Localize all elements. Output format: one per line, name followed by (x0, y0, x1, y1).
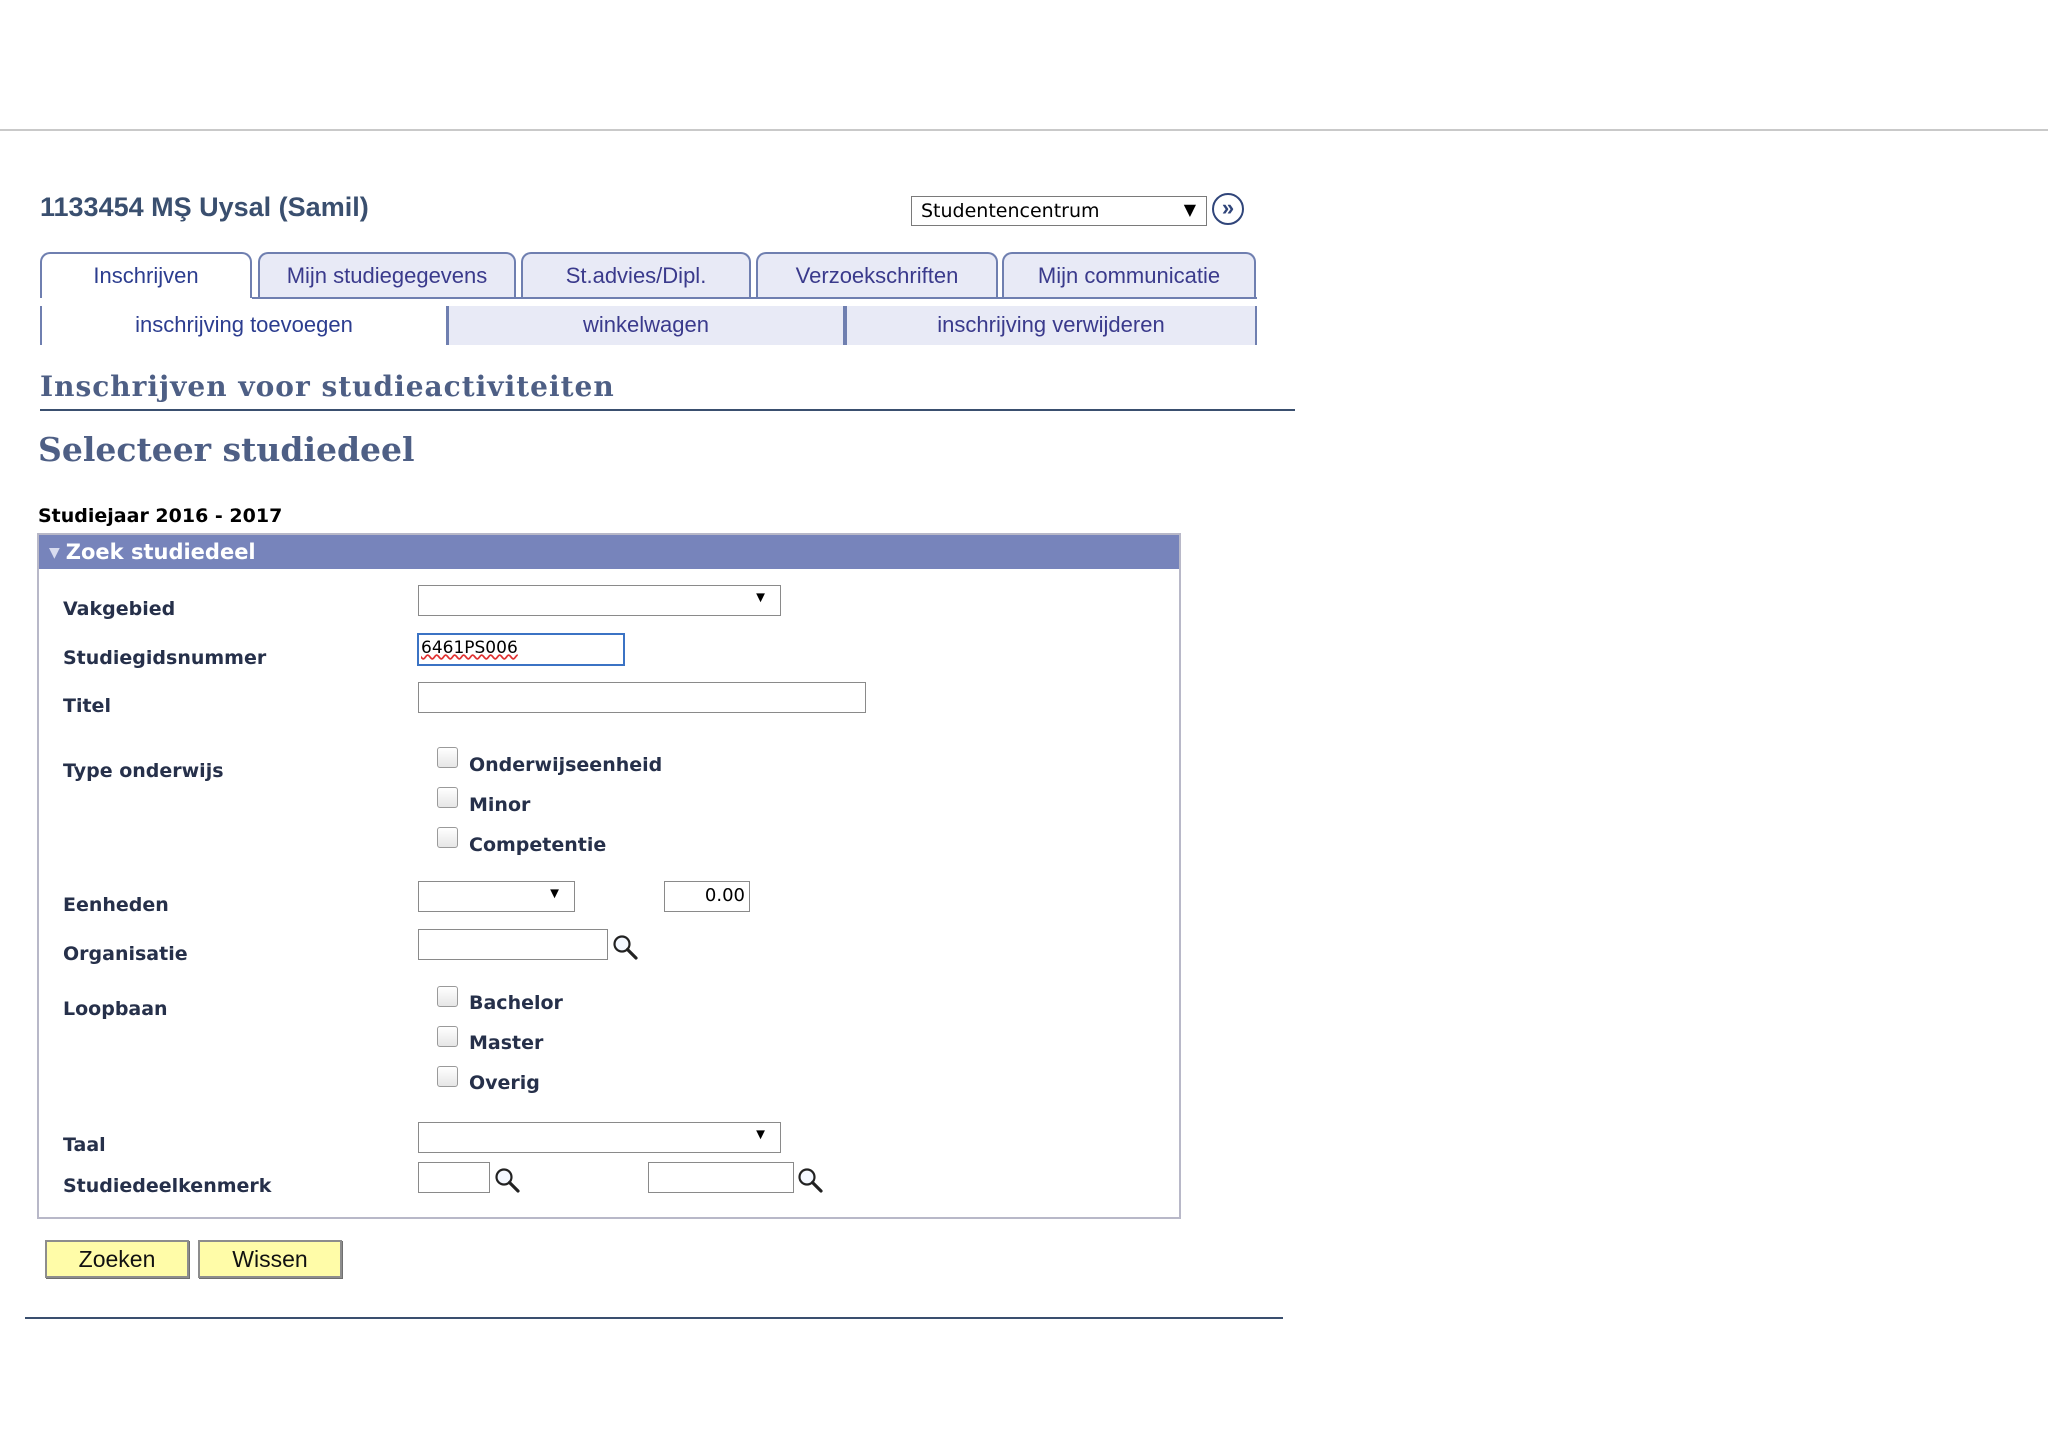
titel-input[interactable] (418, 682, 866, 713)
bottom-divider (25, 1317, 1283, 1319)
search-panel-header[interactable]: ▼ Zoek studiedeel (39, 535, 1179, 569)
studiegidsnummer-label: Studiegidsnummer (63, 647, 267, 669)
dropdown-arrow-icon: ▼ (547, 885, 562, 902)
tab-studieadvies-diploma[interactable]: St.advies/Dipl. (521, 252, 751, 298)
study-year-label: Studiejaar 2016 - 2017 (38, 505, 283, 527)
vakgebied-select[interactable]: ▼ (418, 585, 781, 616)
titel-label: Titel (63, 695, 111, 717)
overig-label: Overig (469, 1072, 540, 1094)
studiedeelkenmerk-lookup-icon-2[interactable] (796, 1166, 824, 1194)
subtab-inschrijving-verwijderen[interactable]: inschrijving verwijderen (845, 306, 1257, 345)
checkbox-onderwijseenheid[interactable] (437, 747, 458, 768)
top-divider (0, 129, 2048, 131)
eenheden-value: 0.00 (704, 885, 745, 906)
subtab-inschrijving-toevoegen[interactable]: inschrijving toevoegen (40, 306, 448, 345)
studiedeelkenmerk-lookup-icon-1[interactable] (493, 1166, 521, 1194)
navigation-select[interactable]: Studentencentrum ▼ (911, 196, 1207, 226)
checkbox-competentie[interactable] (437, 827, 458, 848)
checkbox-master[interactable] (437, 1026, 458, 1047)
go-button[interactable]: » (1212, 193, 1244, 225)
loopbaan-label: Loopbaan (63, 998, 168, 1020)
competentie-label: Competentie (469, 834, 607, 856)
type-onderwijs-label: Type onderwijs (63, 760, 224, 782)
student-name: 1133454 MŞ Uysal (Samil) (40, 192, 369, 222)
eenheden-label: Eenheden (63, 894, 169, 916)
onderwijseenheid-label: Onderwijseenheid (469, 754, 663, 776)
zoeken-button[interactable]: Zoeken (45, 1240, 189, 1278)
page-title: Inschrijven voor studieactiviteiten (40, 370, 615, 403)
subtab-winkelwagen[interactable]: winkelwagen (447, 306, 845, 345)
studiegidsnummer-input[interactable]: 6461PS006 (417, 633, 625, 666)
tab-verzoekschriften[interactable]: Verzoekschriften (756, 252, 998, 298)
taal-label: Taal (63, 1134, 106, 1156)
master-label: Master (469, 1032, 544, 1054)
studiedeelkenmerk-input-2[interactable] (648, 1162, 794, 1193)
studiedeelkenmerk-input-1[interactable] (418, 1162, 490, 1193)
studiegidsnummer-value: 6461PS006 (421, 638, 518, 658)
eenheden-operator-select[interactable]: ▼ (418, 881, 575, 912)
dropdown-arrow-icon: ▼ (753, 589, 768, 606)
tab-mijn-studiegegevens[interactable]: Mijn studiegegevens (258, 252, 516, 298)
vakgebied-label: Vakgebied (63, 598, 176, 620)
minor-label: Minor (469, 794, 531, 816)
wissen-button[interactable]: Wissen (198, 1240, 342, 1278)
dropdown-arrow-icon: ▼ (753, 1126, 768, 1143)
dropdown-arrow-icon: ▼ (1183, 200, 1196, 219)
organisatie-label: Organisatie (63, 943, 188, 965)
studiedeelkenmerk-label: Studiedeelkenmerk (63, 1175, 272, 1197)
collapse-arrow-icon: ▼ (49, 545, 60, 561)
organisatie-lookup-icon[interactable] (611, 933, 639, 961)
tab-inschrijven[interactable]: Inschrijven (40, 252, 252, 298)
eenheden-input[interactable]: 0.00 (664, 881, 750, 912)
checkbox-minor[interactable] (437, 787, 458, 808)
section-title: Selecteer studiedeel (38, 430, 415, 469)
tab-baseline (252, 297, 1257, 299)
title-divider (40, 409, 1295, 411)
bachelor-label: Bachelor (469, 992, 563, 1014)
checkbox-bachelor[interactable] (437, 986, 458, 1007)
search-panel-title: Zoek studiedeel (65, 540, 256, 564)
taal-select[interactable]: ▼ (418, 1122, 781, 1153)
tab-mijn-communicatie[interactable]: Mijn communicatie (1002, 252, 1256, 298)
navigation-select-value: Studentencentrum (921, 200, 1100, 222)
checkbox-overig[interactable] (437, 1066, 458, 1087)
organisatie-input[interactable] (418, 929, 608, 960)
